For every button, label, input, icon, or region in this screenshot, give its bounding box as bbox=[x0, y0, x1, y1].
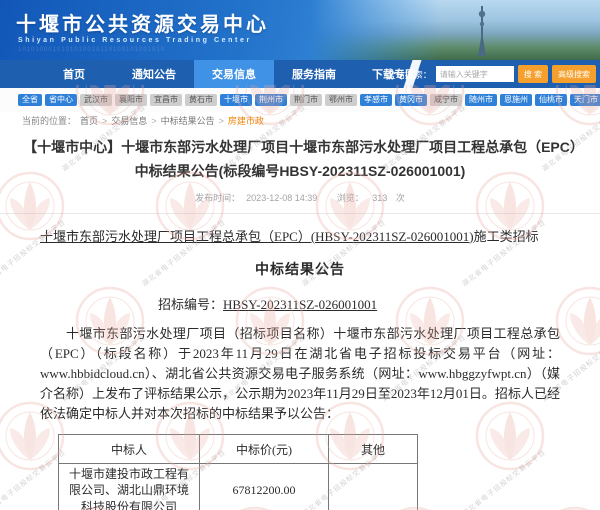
bid-number-line: 招标编号：HBSY-202311SZ-026001001 bbox=[158, 294, 560, 313]
announcement-paragraph: 十堰市东部污水处理厂项目（招标项目名称）十堰市东部污水处理厂项目工程总承包（EP… bbox=[40, 324, 560, 425]
article-body: 十堰市东部污水处理厂项目工程总承包（EPC）(HBSY-202311SZ-026… bbox=[0, 214, 600, 510]
breadcrumb-separator: > bbox=[219, 116, 224, 126]
tv-tower-icon bbox=[469, 2, 495, 60]
views-label: 浏览： bbox=[337, 193, 364, 203]
views-unit: 次 bbox=[396, 193, 405, 203]
bid-number-value: HBSY-202311SZ-026001001 bbox=[223, 297, 377, 312]
region-tab-13[interactable]: 随州市 bbox=[465, 94, 497, 106]
site-banner: 十堰市公共资源交易中心 Shiyan Public Resources Trad… bbox=[0, 0, 600, 60]
region-tab-5[interactable]: 黄石市 bbox=[185, 94, 217, 106]
region-tab-8[interactable]: 荆门市 bbox=[290, 94, 322, 106]
region-tab-1[interactable]: 省中心 bbox=[45, 94, 77, 106]
project-heading-line: 十堰市东部污水处理厂项目工程总承包（EPC）(HBSY-202311SZ-026… bbox=[40, 226, 560, 245]
banner-cityscape-image bbox=[310, 0, 600, 60]
bid-number-label: 招标编号： bbox=[158, 297, 223, 312]
result-table-header-row: 中标人中标价(元)其他 bbox=[59, 435, 418, 464]
region-tab-12[interactable]: 咸宁市 bbox=[430, 94, 462, 106]
breadcrumb-separator: > bbox=[102, 116, 107, 126]
result-table-row: 十堰市建投市政工程有限公司、湖北山鼎环境科技股份有限公司67812200.00 bbox=[59, 464, 418, 510]
winner-cell: 十堰市建投市政工程有限公司、湖北山鼎环境科技股份有限公司 bbox=[59, 464, 200, 510]
region-tab-15[interactable]: 仙桃市 bbox=[535, 94, 567, 106]
result-col-header-1: 中标价(元) bbox=[200, 435, 329, 464]
breadcrumb-separator: > bbox=[151, 116, 156, 126]
region-tab-4[interactable]: 宜昌市 bbox=[150, 94, 182, 106]
page-title: 【十堰市中心】十堰市东部污水处理厂项目十堰市东部污水处理厂项目工程总承包（EPC… bbox=[22, 136, 578, 184]
region-tab-14[interactable]: 恩施州 bbox=[500, 94, 532, 106]
banner-binary-decoration: 1010100010101010010110100101001010 bbox=[18, 47, 165, 53]
breadcrumb-item-1[interactable]: 交易信息 bbox=[111, 114, 147, 127]
result-table-body: 十堰市建投市政工程有限公司、湖北山鼎环境科技股份有限公司67812200.00 bbox=[59, 464, 418, 510]
site-subtitle-en: Shiyan Public Resources Trading Center bbox=[18, 37, 252, 44]
breadcrumb: 当前的位置： 首页 > 交易信息 > 中标结果公告 > 房建市政 bbox=[22, 114, 264, 127]
project-name-underlined: 十堰市东部污水处理厂项目工程总承包（EPC）(HBSY-202311SZ-026… bbox=[40, 229, 474, 244]
search-area: 全站搜索： 搜 索 高级搜索 bbox=[387, 60, 596, 88]
advanced-search-button[interactable]: 高级搜索 bbox=[552, 65, 596, 83]
publish-time-label: 发布时间： bbox=[195, 193, 240, 203]
region-tab-9[interactable]: 鄂州市 bbox=[325, 94, 357, 106]
region-tab-16[interactable]: 天门市 bbox=[570, 94, 600, 106]
nav-tab-3[interactable]: 服务指南 bbox=[274, 60, 354, 88]
search-input[interactable] bbox=[436, 66, 514, 82]
price-cell: 67812200.00 bbox=[200, 464, 329, 510]
region-tab-7[interactable]: 荆州市 bbox=[255, 94, 287, 106]
breadcrumb-item-0[interactable]: 首页 bbox=[80, 114, 98, 127]
breadcrumb-current[interactable]: 房建市政 bbox=[228, 114, 264, 127]
region-tab-bar: 全省省中心武汉市襄阳市宜昌市黄石市十堰市荆州市荆门市鄂州市孝感市黄冈市咸宁市随州… bbox=[0, 88, 600, 112]
breadcrumb-prefix: 当前的位置： bbox=[22, 114, 76, 127]
result-col-header-0: 中标人 bbox=[59, 435, 200, 464]
result-announcement-heading: 中标结果公告 bbox=[40, 259, 560, 279]
region-tab-3[interactable]: 襄阳市 bbox=[115, 94, 147, 106]
other-cell bbox=[329, 464, 418, 510]
region-tab-11[interactable]: 黄冈市 bbox=[395, 94, 427, 106]
breadcrumb-item-2[interactable]: 中标结果公告 bbox=[161, 114, 215, 127]
region-tab-10[interactable]: 孝感市 bbox=[360, 94, 392, 106]
page-root: 十堰市公共资源交易中心 Shiyan Public Resources Trad… bbox=[0, 0, 600, 510]
region-tab-0[interactable]: 全省 bbox=[18, 94, 42, 106]
region-tab-2[interactable]: 武汉市 bbox=[80, 94, 112, 106]
views-count: 313 bbox=[372, 193, 387, 203]
result-col-header-2: 其他 bbox=[329, 435, 418, 464]
project-name-suffix: 施工类招标 bbox=[474, 229, 539, 244]
main-nav: 首页通知公告交易信息服务指南下载专区 bbox=[34, 60, 434, 88]
article-meta: 发布时间： 2023-12-08 14:39 浏览： 313 次 bbox=[0, 191, 600, 214]
region-tab-6[interactable]: 十堰市 bbox=[220, 94, 252, 106]
nav-tab-2[interactable]: 交易信息 bbox=[194, 60, 274, 88]
search-label: 全站搜索： bbox=[387, 68, 432, 81]
result-table: 中标人中标价(元)其他 十堰市建投市政工程有限公司、湖北山鼎环境科技股份有限公司… bbox=[58, 434, 418, 510]
publish-time-value: 2023-12-08 14:39 bbox=[246, 193, 317, 203]
announcement-article: 【十堰市中心】十堰市东部污水处理厂项目十堰市东部污水处理厂项目工程总承包（EPC… bbox=[0, 130, 600, 510]
nav-tab-0[interactable]: 首页 bbox=[34, 60, 114, 88]
nav-tab-1[interactable]: 通知公告 bbox=[114, 60, 194, 88]
site-title: 十堰市公共资源交易中心 bbox=[16, 8, 269, 37]
search-button[interactable]: 搜 索 bbox=[518, 65, 548, 83]
main-navbar: 首页通知公告交易信息服务指南下载专区 全站搜索： 搜 索 高级搜索 bbox=[0, 60, 600, 88]
